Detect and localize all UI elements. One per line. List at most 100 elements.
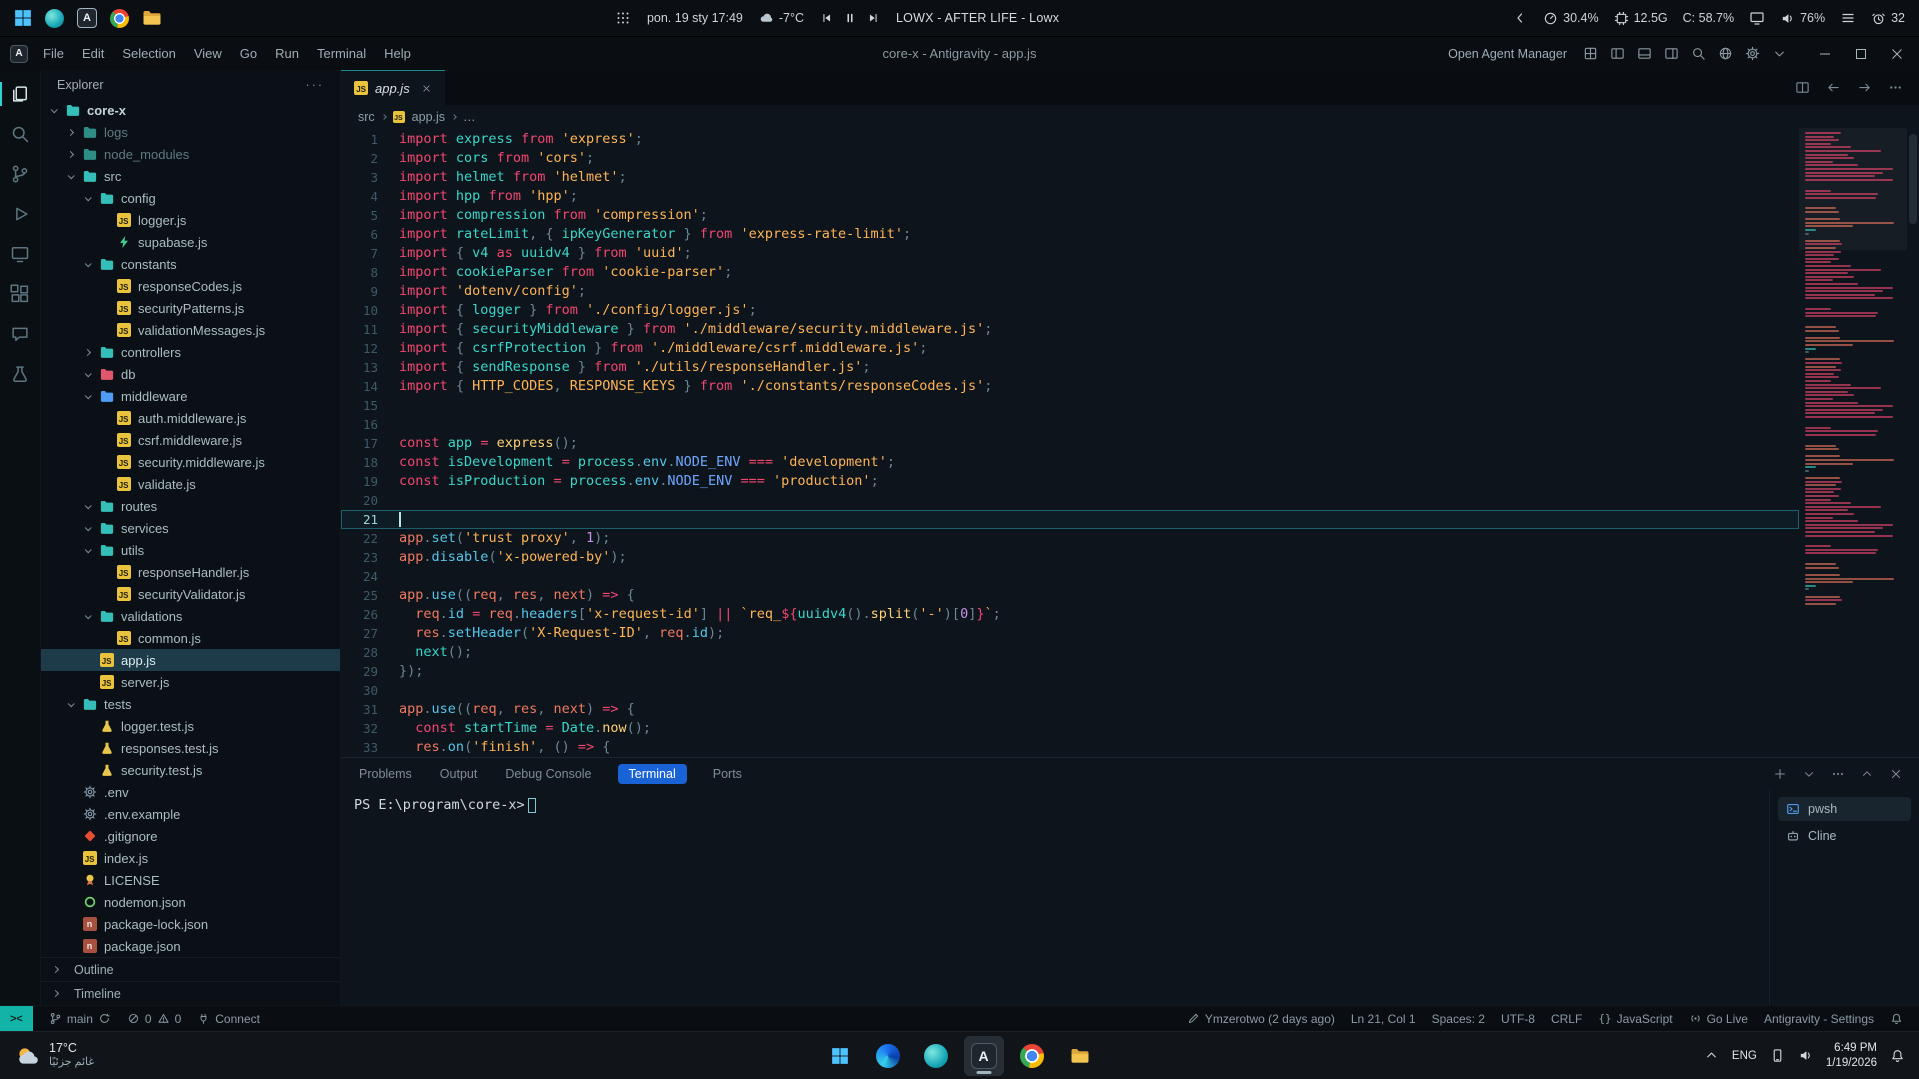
panel-tab-debug-console[interactable]: Debug Console xyxy=(503,764,593,784)
outline-section[interactable]: Outline xyxy=(41,957,340,981)
close-button[interactable] xyxy=(1879,37,1915,70)
open-agent-manager-button[interactable]: Open Agent Manager xyxy=(1448,47,1567,61)
tree-item-app-js[interactable]: JSapp.js xyxy=(41,649,340,671)
indentation[interactable]: Spaces: 2 xyxy=(1424,1012,1493,1026)
layout-grid-icon[interactable] xyxy=(1583,46,1598,61)
chevron-down-icon[interactable] xyxy=(1772,46,1787,61)
code-line[interactable]: 14import { HTTP_CODES, RESPONSE_KEYS } f… xyxy=(341,377,1799,396)
editor-scrollbar[interactable] xyxy=(1907,128,1919,757)
menu-terminal[interactable]: Terminal xyxy=(308,37,375,70)
tree-item-logger-test-js[interactable]: logger.test.js xyxy=(41,715,340,737)
phone-link-icon[interactable] xyxy=(1770,1048,1785,1063)
code-line[interactable]: 23app.disable('x-powered-by'); xyxy=(341,548,1799,567)
code-line[interactable]: 6import rateLimit, { ipKeyGenerator } fr… xyxy=(341,225,1799,244)
activity-extensions[interactable] xyxy=(0,274,40,314)
panel-maximize-icon[interactable] xyxy=(1860,767,1874,781)
breadcrumb-file[interactable]: app.js xyxy=(412,110,445,124)
browser-icon[interactable] xyxy=(45,9,64,28)
breadcrumb-src[interactable]: src xyxy=(358,110,375,124)
navigate-forward-icon[interactable] xyxy=(1857,80,1872,95)
tree-item-common-js[interactable]: JScommon.js xyxy=(41,627,340,649)
scrollbar-thumb[interactable] xyxy=(1909,134,1917,224)
language-indicator[interactable]: ENG xyxy=(1732,1050,1757,1062)
search-icon[interactable] xyxy=(1691,46,1706,61)
taskbar-app-chrome[interactable] xyxy=(1012,1036,1052,1076)
activity-explorer[interactable] xyxy=(0,74,40,114)
taskbar-app-browser[interactable] xyxy=(916,1036,956,1076)
tree-item-package-lock-json[interactable]: npackage-lock.json xyxy=(41,913,340,935)
code-line[interactable]: 29}); xyxy=(341,662,1799,681)
cpu-gauge[interactable]: 30.4% xyxy=(1543,11,1598,26)
taskbar-app-edge[interactable] xyxy=(868,1036,908,1076)
tray-chevron-up-icon[interactable] xyxy=(1704,1048,1719,1063)
menu-view[interactable]: View xyxy=(185,37,231,70)
panel-tab-ports[interactable]: Ports xyxy=(711,764,744,784)
notification-bell-icon[interactable] xyxy=(1890,1048,1905,1063)
code-line[interactable]: 32 const startTime = Date.now(); xyxy=(341,719,1799,738)
tree-item-responsehandler-js[interactable]: JSresponseHandler.js xyxy=(41,561,340,583)
menu-edit[interactable]: Edit xyxy=(73,37,113,70)
code-line[interactable]: 16 xyxy=(341,415,1799,434)
weather-widget[interactable]: 17°C غائم جزئيًا xyxy=(0,1041,108,1069)
tree-item-logger-js[interactable]: JSlogger.js xyxy=(41,209,340,231)
code-line[interactable]: 30 xyxy=(341,681,1799,700)
code-line[interactable]: 7import { v4 as uuidv4 } from 'uuid'; xyxy=(341,244,1799,263)
tree-item-license[interactable]: LICENSE xyxy=(41,869,340,891)
chrome-icon[interactable] xyxy=(110,9,129,28)
tree-item-config[interactable]: config xyxy=(41,187,340,209)
tree-item-constants[interactable]: constants xyxy=(41,253,340,275)
tree-item-securityvalidator-js[interactable]: JSsecurityValidator.js xyxy=(41,583,340,605)
terminal-session-pwsh[interactable]: pwsh xyxy=(1778,797,1911,821)
tree-item--env-example[interactable]: .env.example xyxy=(41,803,340,825)
code-line[interactable]: 9import 'dotenv/config'; xyxy=(341,282,1799,301)
taskbar-app-files[interactable] xyxy=(1060,1036,1100,1076)
panel-bottom-icon[interactable] xyxy=(1637,46,1652,61)
tree-item-validations[interactable]: validations xyxy=(41,605,340,627)
go-live-button[interactable]: Go Live xyxy=(1681,1012,1756,1026)
code-line[interactable]: 25app.use((req, res, next) => { xyxy=(341,586,1799,605)
code-line[interactable]: 1import express from 'express'; xyxy=(341,130,1799,149)
menu-icon[interactable] xyxy=(1840,10,1856,26)
code-line[interactable]: 21 xyxy=(341,510,1799,529)
code-line[interactable]: 28 next(); xyxy=(341,643,1799,662)
activity-testing[interactable] xyxy=(0,354,40,394)
gear-icon[interactable] xyxy=(1745,46,1760,61)
tree-item-utils[interactable]: utils xyxy=(41,539,340,561)
code-line[interactable]: 31app.use((req, res, next) => { xyxy=(341,700,1799,719)
code-line[interactable]: 33 res.on('finish', () => { xyxy=(341,738,1799,757)
file-explorer-icon[interactable] xyxy=(142,9,162,27)
tree-item-security-middleware-js[interactable]: JSsecurity.middleware.js xyxy=(41,451,340,473)
panel-more-icon[interactable] xyxy=(1831,767,1845,781)
tree-item-package-json[interactable]: npackage.json xyxy=(41,935,340,957)
breadcrumb-symbol[interactable]: … xyxy=(463,110,476,124)
code-line[interactable]: 10import { logger } from './config/logge… xyxy=(341,301,1799,320)
code-line[interactable]: 13import { sendResponse } from './utils/… xyxy=(341,358,1799,377)
code-line[interactable]: 12import { csrfProtection } from './midd… xyxy=(341,339,1799,358)
tree-item-services[interactable]: services xyxy=(41,517,340,539)
memory-stat[interactable]: 12.5G xyxy=(1614,11,1668,26)
tree-item-responsecodes-js[interactable]: JSresponseCodes.js xyxy=(41,275,340,297)
activity-chat[interactable] xyxy=(0,314,40,354)
git-blame[interactable]: Ymzerotwo (2 days ago) xyxy=(1179,1012,1343,1026)
antigravity-app-icon[interactable]: A xyxy=(77,8,97,28)
tree-item-index-js[interactable]: JSindex.js xyxy=(41,847,340,869)
code-line[interactable]: 2import cors from 'cors'; xyxy=(341,149,1799,168)
code-line[interactable]: 27 res.setHeader('X-Request-ID', req.id)… xyxy=(341,624,1799,643)
globe-icon[interactable] xyxy=(1718,46,1733,61)
panel-tab-problems[interactable]: Problems xyxy=(357,764,414,784)
taskbar-app-start[interactable] xyxy=(820,1036,860,1076)
code-line[interactable]: 22app.set('trust proxy', 1); xyxy=(341,529,1799,548)
remote-indicator[interactable]: >< xyxy=(0,1006,33,1031)
maximize-button[interactable] xyxy=(1843,37,1879,70)
minimize-button[interactable] xyxy=(1807,37,1843,70)
navigate-back-icon[interactable] xyxy=(1826,80,1841,95)
app-settings[interactable]: Antigravity - Settings xyxy=(1756,1012,1882,1026)
menu-selection[interactable]: Selection xyxy=(113,37,184,70)
panel-tab-terminal[interactable]: Terminal xyxy=(618,764,687,784)
tree-item--gitignore[interactable]: .gitignore xyxy=(41,825,340,847)
code-line[interactable]: 15 xyxy=(341,396,1799,415)
code-line[interactable]: 17const app = express(); xyxy=(341,434,1799,453)
encoding[interactable]: UTF-8 xyxy=(1493,1012,1543,1026)
tree-item-supabase-js[interactable]: supabase.js xyxy=(41,231,340,253)
branch-indicator[interactable]: main xyxy=(41,1006,119,1031)
